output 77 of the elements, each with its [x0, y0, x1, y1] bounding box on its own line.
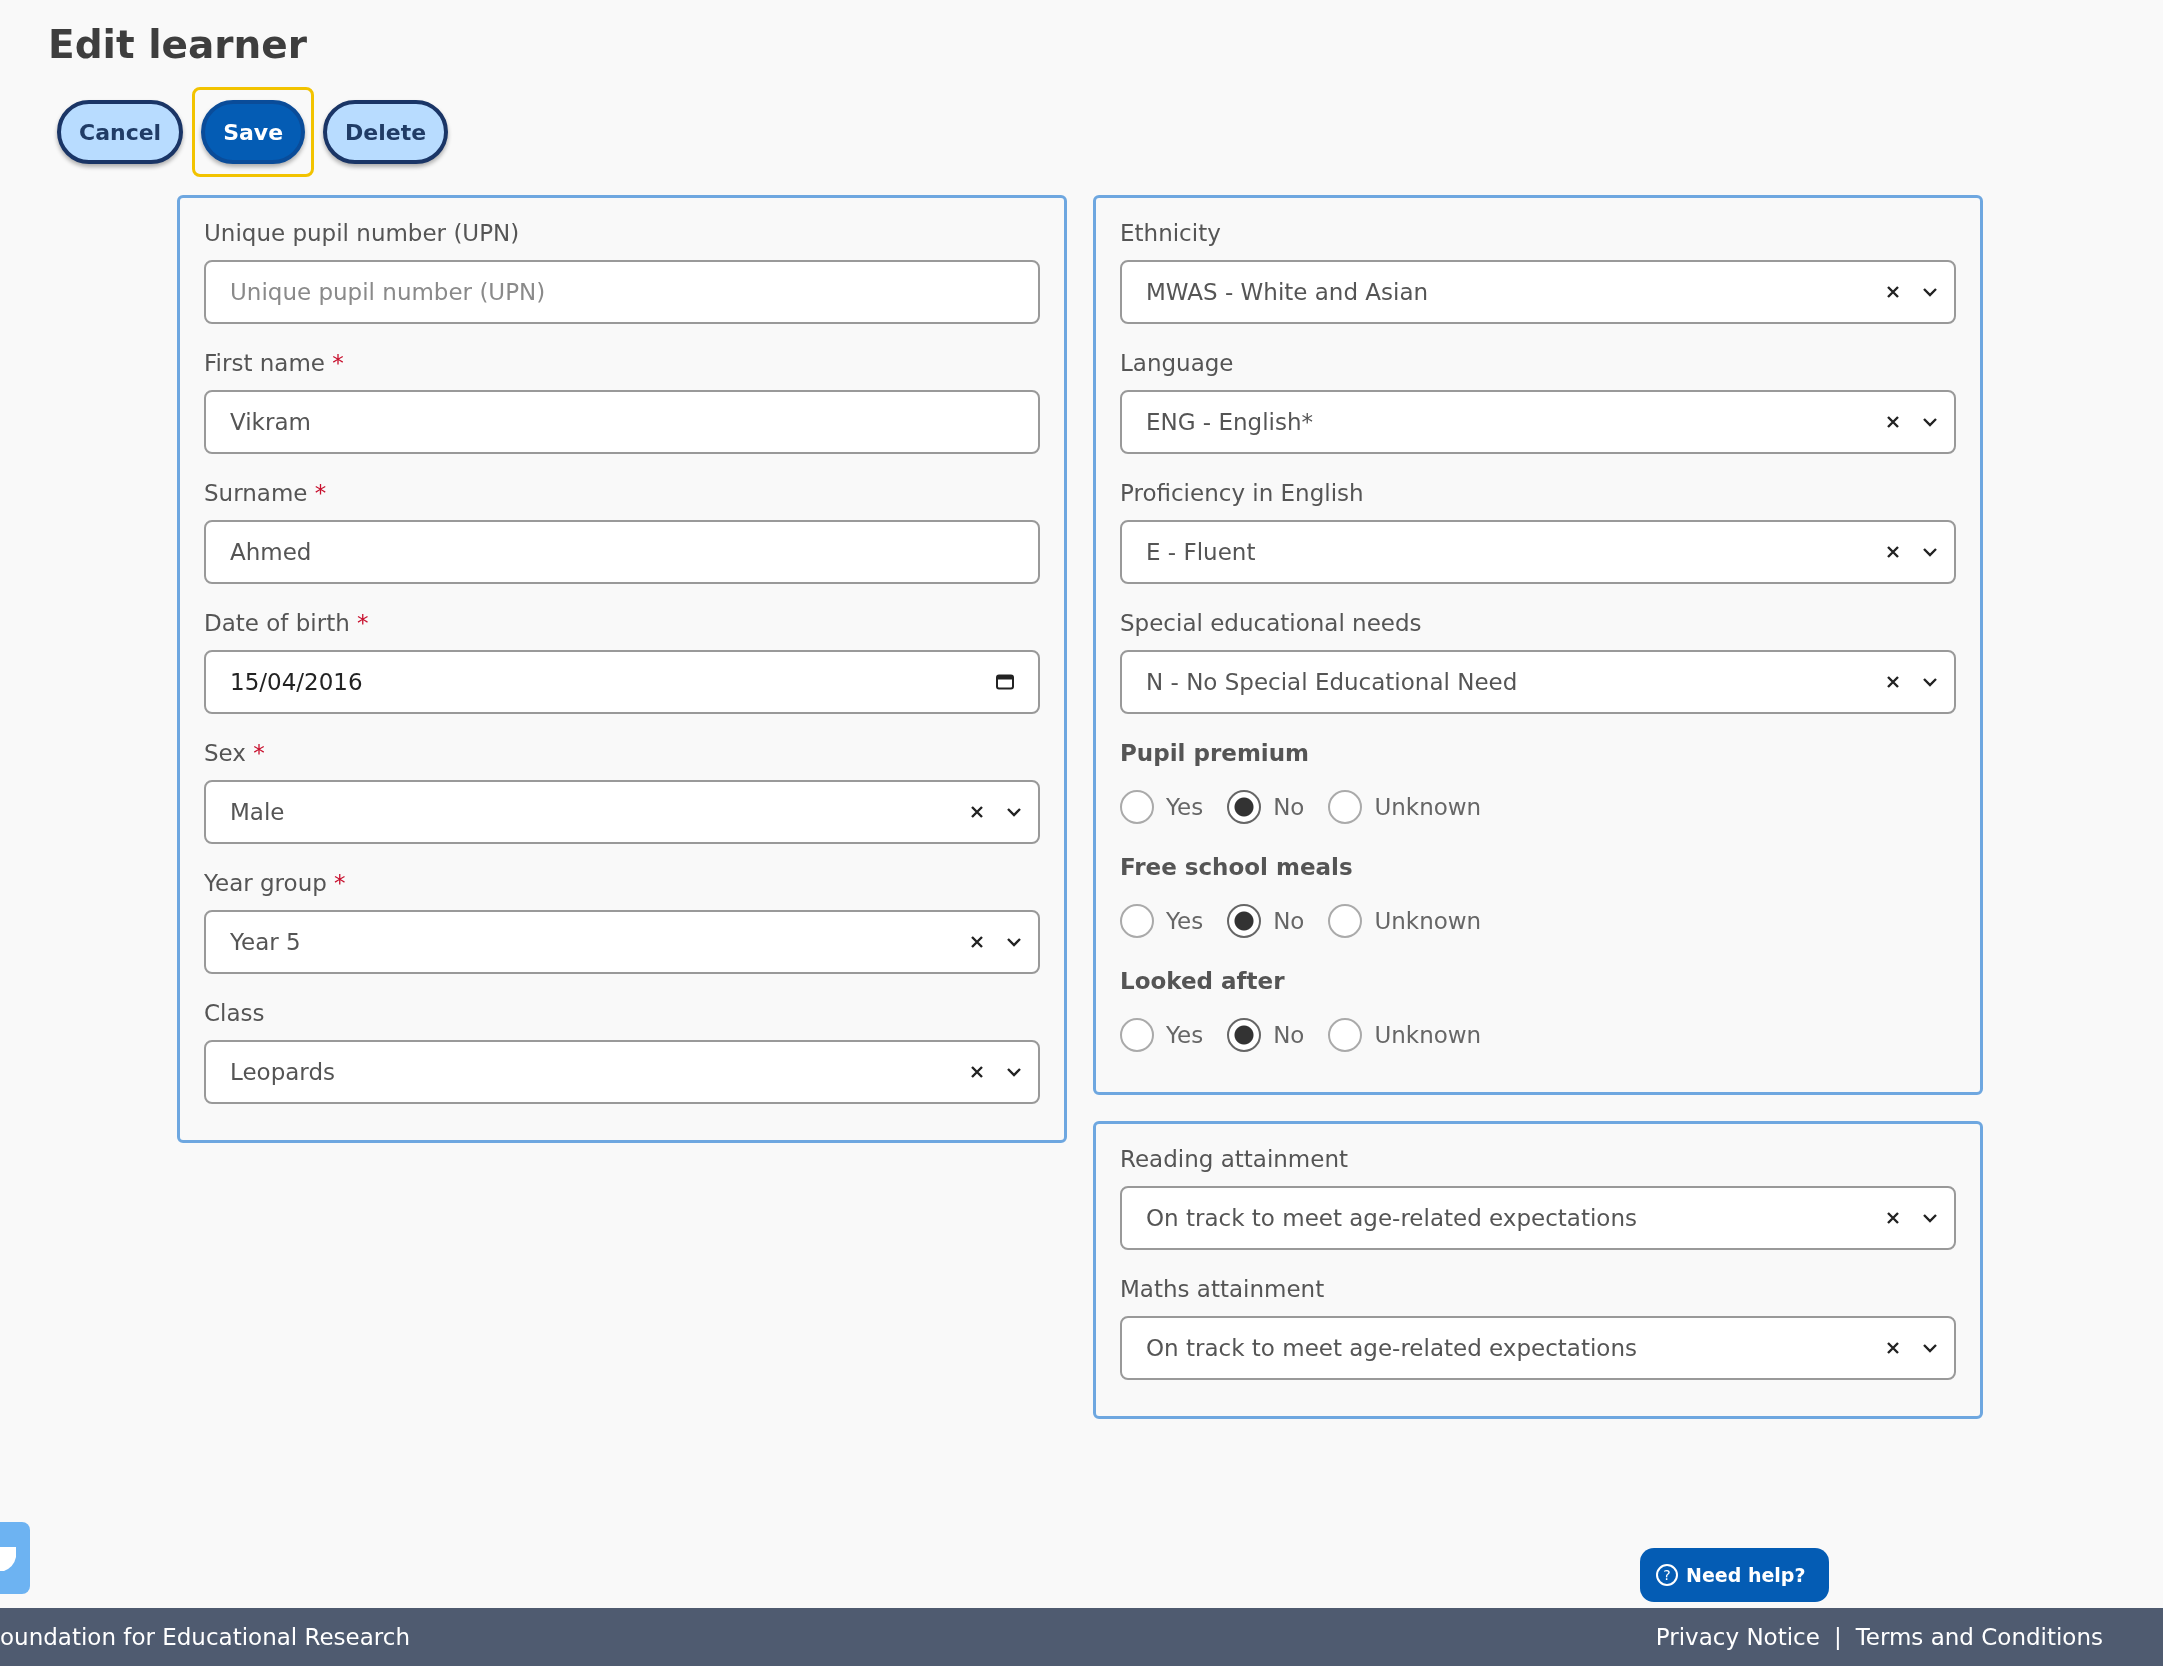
text-input-field[interactable]: Ahmed	[204, 520, 1040, 584]
radio-option[interactable]: Yes	[1120, 790, 1204, 824]
radio-button[interactable]	[1120, 1018, 1154, 1052]
date-input-field[interactable]: 15/04/2016	[204, 650, 1040, 714]
help-button[interactable]: ? Need help?	[1640, 1548, 1830, 1602]
radio-group-label: Pupil premium	[1120, 740, 1311, 766]
clear-icon[interactable]	[970, 805, 984, 819]
help-label: Need help?	[1686, 1564, 1806, 1586]
chevron-down-icon[interactable]	[1006, 1067, 1022, 1077]
radio-option[interactable]: Unknown	[1328, 790, 1482, 824]
chevron-down-icon[interactable]	[1922, 417, 1938, 427]
field-label: Language	[1120, 350, 1235, 376]
radio-button[interactable]	[1328, 1018, 1363, 1052]
field-label: Proficiency in English	[1120, 480, 1365, 506]
radio-button[interactable]	[1227, 904, 1262, 938]
text-input-field[interactable]: Vikram	[204, 390, 1040, 454]
link-separator: |	[1833, 1624, 1842, 1650]
calendar-icon[interactable]	[996, 674, 1014, 690]
radio-option[interactable]: Unknown	[1328, 1018, 1482, 1052]
select-dropdown[interactable]: N - No Special Educational Need	[1120, 650, 1956, 714]
clear-icon[interactable]	[970, 935, 984, 949]
radio-button[interactable]	[1120, 790, 1154, 824]
page-title: Edit learner	[48, 22, 308, 67]
text-input-field[interactable]: Unique pupil number (UPN)	[204, 260, 1040, 324]
radio-button[interactable]	[1328, 904, 1363, 938]
select-dropdown[interactable]: Year 5	[204, 910, 1040, 974]
action-button[interactable]: Cancel	[57, 100, 184, 164]
radio-group-label: Free school meals	[1120, 854, 1354, 880]
chevron-down-icon[interactable]	[1922, 1343, 1938, 1353]
field-label: Reading attainment	[1120, 1146, 1349, 1172]
radio-option[interactable]: Yes	[1120, 1018, 1204, 1052]
footer-link[interactable]: Terms and Conditions	[1855, 1624, 2103, 1650]
select-dropdown[interactable]: On track to meet age-related expectations	[1120, 1186, 1956, 1250]
radio-option[interactable]: No	[1227, 904, 1305, 938]
footer-link[interactable]: Privacy Notice	[1655, 1624, 1820, 1650]
radio-group-label: Looked after	[1120, 968, 1286, 994]
select-dropdown[interactable]: Male	[204, 780, 1040, 844]
radio-button[interactable]	[1328, 790, 1363, 824]
field-label: Sex *	[204, 740, 266, 766]
clear-icon[interactable]	[1886, 545, 1900, 559]
clear-icon[interactable]	[1886, 675, 1900, 689]
field-label: Class	[204, 1000, 266, 1026]
save-button[interactable]: Save	[201, 100, 306, 164]
field-label: Ethnicity	[1120, 220, 1222, 246]
chevron-down-icon[interactable]	[1922, 677, 1938, 687]
chevron-down-icon[interactable]	[1922, 287, 1938, 297]
clear-icon[interactable]	[1886, 1211, 1900, 1225]
radio-option[interactable]: Yes	[1120, 904, 1204, 938]
field-label: Date of birth *	[204, 610, 370, 636]
field-label: Surname *	[204, 480, 328, 506]
radio-button[interactable]	[1227, 1018, 1262, 1052]
clear-icon[interactable]	[1886, 285, 1900, 299]
clear-icon[interactable]	[1886, 415, 1900, 429]
chevron-down-icon[interactable]	[1006, 807, 1022, 817]
chevron-down-icon[interactable]	[1922, 547, 1938, 557]
field-label: Year group *	[204, 870, 347, 896]
footer-organisation: oundation for Educational Research	[0, 1624, 411, 1650]
chevron-down-icon[interactable]	[1922, 1213, 1938, 1223]
select-dropdown[interactable]: MWAS - White and Asian	[1120, 260, 1956, 324]
select-dropdown[interactable]: Leopards	[204, 1040, 1040, 1104]
field-label: First name *	[204, 350, 345, 376]
field-label: Special educational needs	[1120, 610, 1423, 636]
action-button[interactable]: Delete	[323, 100, 449, 164]
select-dropdown[interactable]: E - Fluent	[1120, 520, 1956, 584]
radio-option[interactable]: Unknown	[1328, 904, 1482, 938]
help-icon: ?	[1656, 1564, 1678, 1586]
select-dropdown[interactable]: ENG - English*	[1120, 390, 1956, 454]
clear-icon[interactable]	[1886, 1341, 1900, 1355]
field-label: Unique pupil number (UPN)	[204, 220, 521, 246]
field-label: Maths attainment	[1120, 1276, 1326, 1302]
radio-button[interactable]	[1227, 790, 1262, 824]
select-dropdown[interactable]: On track to meet age-related expectations	[1120, 1316, 1956, 1380]
radio-button[interactable]	[1120, 904, 1154, 938]
clear-icon[interactable]	[970, 1065, 984, 1079]
radio-option[interactable]: No	[1227, 1018, 1305, 1052]
chevron-down-icon[interactable]	[1006, 937, 1022, 947]
radio-option[interactable]: No	[1227, 790, 1305, 824]
